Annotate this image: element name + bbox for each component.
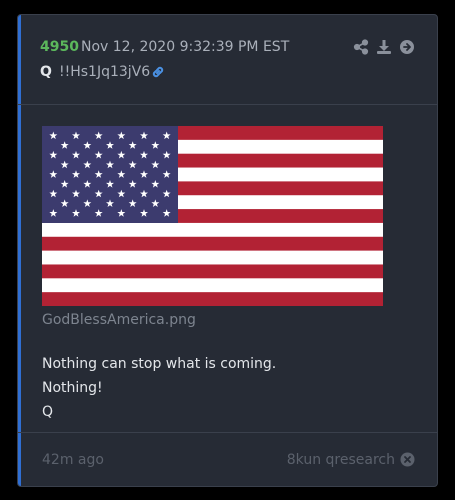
share-icon[interactable] [353,39,369,55]
post-actions [353,39,415,55]
post-line: Q [42,404,54,420]
post-body: Nothing can stop what is coming. Nothing… [42,352,276,424]
flag-stripe [42,250,383,265]
post-date: Nov 12, 2020 9:32:39 PM EST [81,39,290,55]
link-icon[interactable] [150,64,166,80]
download-icon[interactable] [376,39,392,55]
arrow-right-circle-icon[interactable] [399,39,415,55]
post-footer: 42m ago 8kun qresearch [18,432,437,486]
post-image[interactable] [42,126,383,306]
us-flag-image [42,126,383,306]
close-circle-icon[interactable] [400,452,415,467]
source-board[interactable]: 8kun qresearch [287,452,395,468]
image-filename[interactable]: GodBlessAmerica.png [42,312,196,328]
flag-stripe [42,222,383,237]
post-line: Nothing! [42,380,103,396]
post-header: 4950 Nov 12, 2020 9:32:39 PM EST Q !!Hs1… [18,15,437,105]
post-age: 42m ago [42,452,104,468]
post-number[interactable]: 4950 [40,39,79,55]
author-name: Q [40,64,52,80]
flag-stripe [42,278,383,293]
post-card: 4950 Nov 12, 2020 9:32:39 PM EST Q !!Hs1… [17,14,438,487]
tripcode: !!Hs1Jq13jV6 [59,64,151,80]
post-line: Nothing can stop what is coming. [42,356,277,372]
